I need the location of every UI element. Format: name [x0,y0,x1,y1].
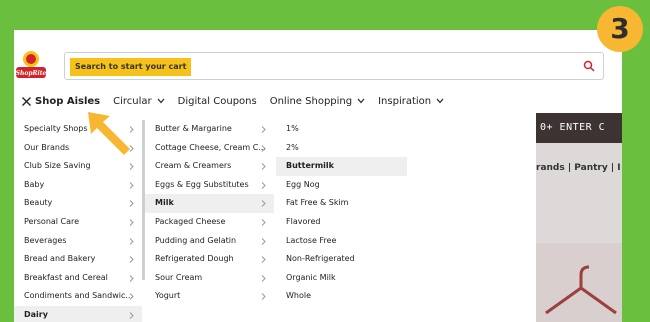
chevron-down-icon [357,98,365,104]
aisle-item[interactable]: Bread and Bakery [14,250,142,269]
dairy-label: Butter & Margarine [155,124,232,133]
promo-banner: 0+ ENTER C [536,113,622,143]
aisle-label: Breakfast and Cereal [24,272,108,282]
aisle-label: Beverages [24,235,67,245]
dairy-item[interactable]: Refrigerated Dough [145,250,274,269]
chevron-right-icon [129,200,134,208]
nav-circular-label: Circular [113,95,152,107]
milk-item[interactable]: Fat Free & Skim [276,194,407,213]
chevron-right-icon [129,312,134,319]
aisle-label: Beauty [24,198,53,208]
chevron-right-icon [261,293,266,301]
nav-shop-aisles[interactable]: Shop Aisles [22,96,100,107]
dairy-item[interactable]: Pudding and Gelatin [145,232,274,251]
nav-shop-aisles-label: Shop Aisles [35,95,101,107]
dairy-item-selected[interactable]: Milk [145,194,274,213]
dairy-label: Milk [155,198,174,208]
milk-item[interactable]: Whole [276,287,407,306]
chevron-right-icon [261,237,266,245]
dairy-label: Pudding and Gelatin [155,235,237,245]
aisle-label: Condiments and Sandwic... [24,291,133,301]
aisle-item[interactable]: Beverages [14,232,142,251]
shoprite-logo[interactable]: ShopRite [16,49,46,81]
nav-digital-coupons-label: Digital Coupons [177,95,257,107]
milk-item[interactable]: Lactose Free [276,232,407,251]
dairy-item[interactable]: Eggs & Egg Substitutes [145,176,274,195]
chevron-right-icon [261,163,266,171]
aisle-label: Our Brands [24,142,70,152]
aisle-label: Baby [24,179,45,189]
aisle-label: Specialty Shops [24,124,88,133]
chevron-down-icon [436,98,444,104]
pointer-arrow-icon [88,112,130,155]
search-icon[interactable] [583,60,595,72]
svg-text:ShopRite: ShopRite [16,70,46,77]
chevron-right-icon [261,126,266,133]
nav-digital-coupons[interactable]: Digital Coupons [178,96,257,107]
dairy-item[interactable]: Packaged Cheese [145,213,274,232]
aisle-label: Club Size Saving [24,161,91,171]
dairy-label: Sour Cream [155,272,203,282]
aisle-item-selected[interactable]: Dairy [14,305,142,322]
aisle-item[interactable]: Breakfast and Cereal [14,269,142,288]
chevron-right-icon [129,256,134,264]
dairy-label: Cottage Cheese, Cream C... [155,142,266,152]
milk-item[interactable]: Flavored [276,213,407,232]
close-icon[interactable] [22,96,31,106]
aisle-label: Dairy [24,309,48,319]
dairy-label: Packaged Cheese [155,216,226,226]
aisle-item[interactable]: Personal Care [14,213,142,232]
dairy-label: Refrigerated Dough [155,254,234,264]
dairy-item[interactable]: Sour Cream [145,269,274,288]
milk-menu: 1% 2% Buttermilk Egg Nog Fat Free & Skim… [276,120,407,306]
chevron-right-icon [129,293,134,301]
chevron-right-icon [261,219,266,226]
chevron-right-icon [129,181,134,189]
dairy-item[interactable]: Butter & Margarine [145,120,274,139]
dairy-label: Yogurt [155,291,181,301]
dairy-item[interactable]: Cream & Creamers [145,157,274,176]
search-input[interactable]: Search to start your cart [64,52,604,80]
chevron-right-icon [129,163,134,171]
step-badge: 3 [597,6,643,52]
milk-item[interactable]: 1% [276,120,407,139]
dairy-item[interactable]: Cottage Cheese, Cream C... [145,139,274,158]
dairy-label: Eggs & Egg Substitutes [155,179,249,189]
chevron-right-icon [129,274,134,282]
nav-circular[interactable]: Circular [113,96,165,107]
aisle-label: Bread and Bakery [24,254,96,264]
search-placeholder: Search to start your cart [70,58,192,76]
nav-inspiration-label: Inspiration [378,95,432,107]
website-frame: ShopRite Search to start your cart Shop … [14,30,622,322]
main-nav: Shop Aisles Circular Digital Coupons Onl… [22,93,457,109]
chevron-right-icon [129,219,134,226]
aisle-item[interactable]: Beauty [14,194,142,213]
nav-online-shopping-label: Online Shopping [269,95,353,107]
dairy-menu: Butter & Margarine Cottage Cheese, Cream… [145,120,274,306]
milk-item[interactable]: Organic Milk [276,269,407,288]
dairy-item[interactable]: Yogurt [145,287,274,306]
background-page-content: 0+ ENTER C rands | Pantry | I [536,113,622,322]
dairy-label: Cream & Creamers [155,161,232,171]
chevron-down-icon [157,98,165,104]
chevron-right-icon [261,144,266,152]
aisle-item[interactable]: Baby [14,176,142,195]
chevron-right-icon [129,237,134,245]
aisle-label: Personal Care [24,216,80,226]
milk-item[interactable]: 2% [276,139,407,158]
chevron-right-icon [261,256,266,264]
category-links: rands | Pantry | I [536,163,621,173]
product-illustration [536,243,622,322]
milk-item[interactable]: Egg Nog [276,176,407,195]
nav-online-shopping[interactable]: Online Shopping [270,96,365,107]
milk-item-highlighted[interactable]: Buttermilk [276,157,407,176]
aisle-item[interactable]: Condiments and Sandwic... [14,287,142,306]
chevron-right-icon [261,181,266,189]
chevron-right-icon [261,200,266,208]
milk-item[interactable]: Non-Refrigerated [276,250,407,269]
nav-inspiration[interactable]: Inspiration [378,96,444,107]
aisle-item[interactable]: Club Size Saving [14,157,142,176]
chevron-right-icon [261,274,266,282]
